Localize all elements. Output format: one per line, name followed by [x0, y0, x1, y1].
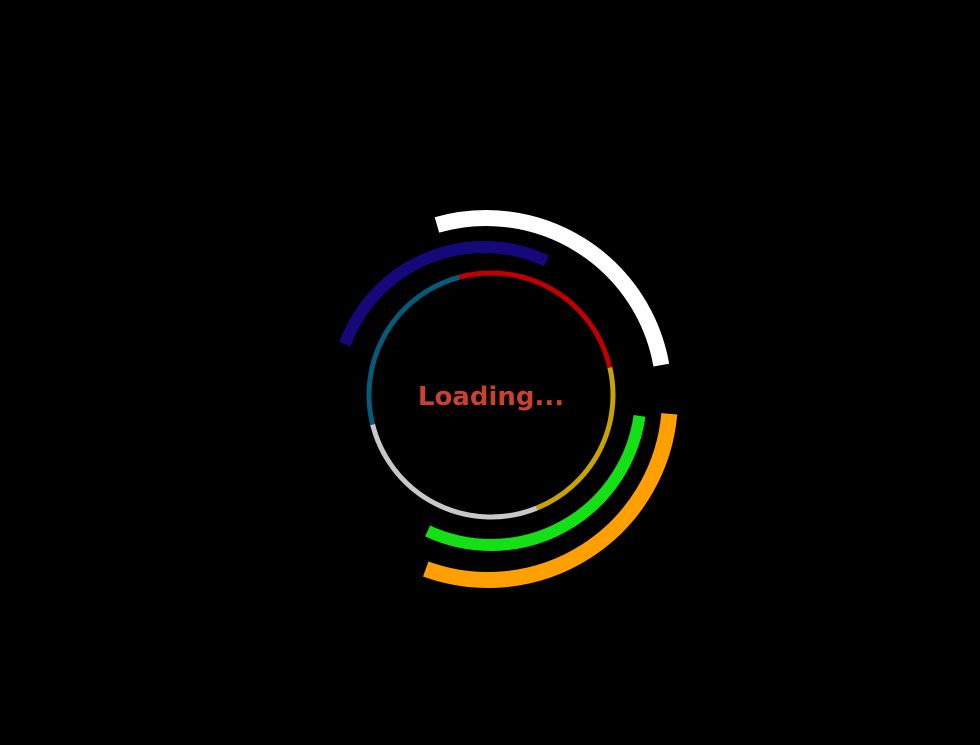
ring-inner-circle-segment-3	[370, 423, 538, 520]
ring-white-arc-segment-1	[434, 210, 670, 367]
ring-white-arc	[434, 210, 670, 367]
ring-navy-arc-segment-1	[339, 241, 550, 347]
loading-spinner	[339, 210, 678, 588]
ring-navy-arc	[339, 241, 550, 347]
loading-screen: Loading...	[0, 0, 980, 745]
loading-label: Loading...	[417, 382, 565, 412]
ring-inner-circle-segment-1	[458, 270, 613, 369]
